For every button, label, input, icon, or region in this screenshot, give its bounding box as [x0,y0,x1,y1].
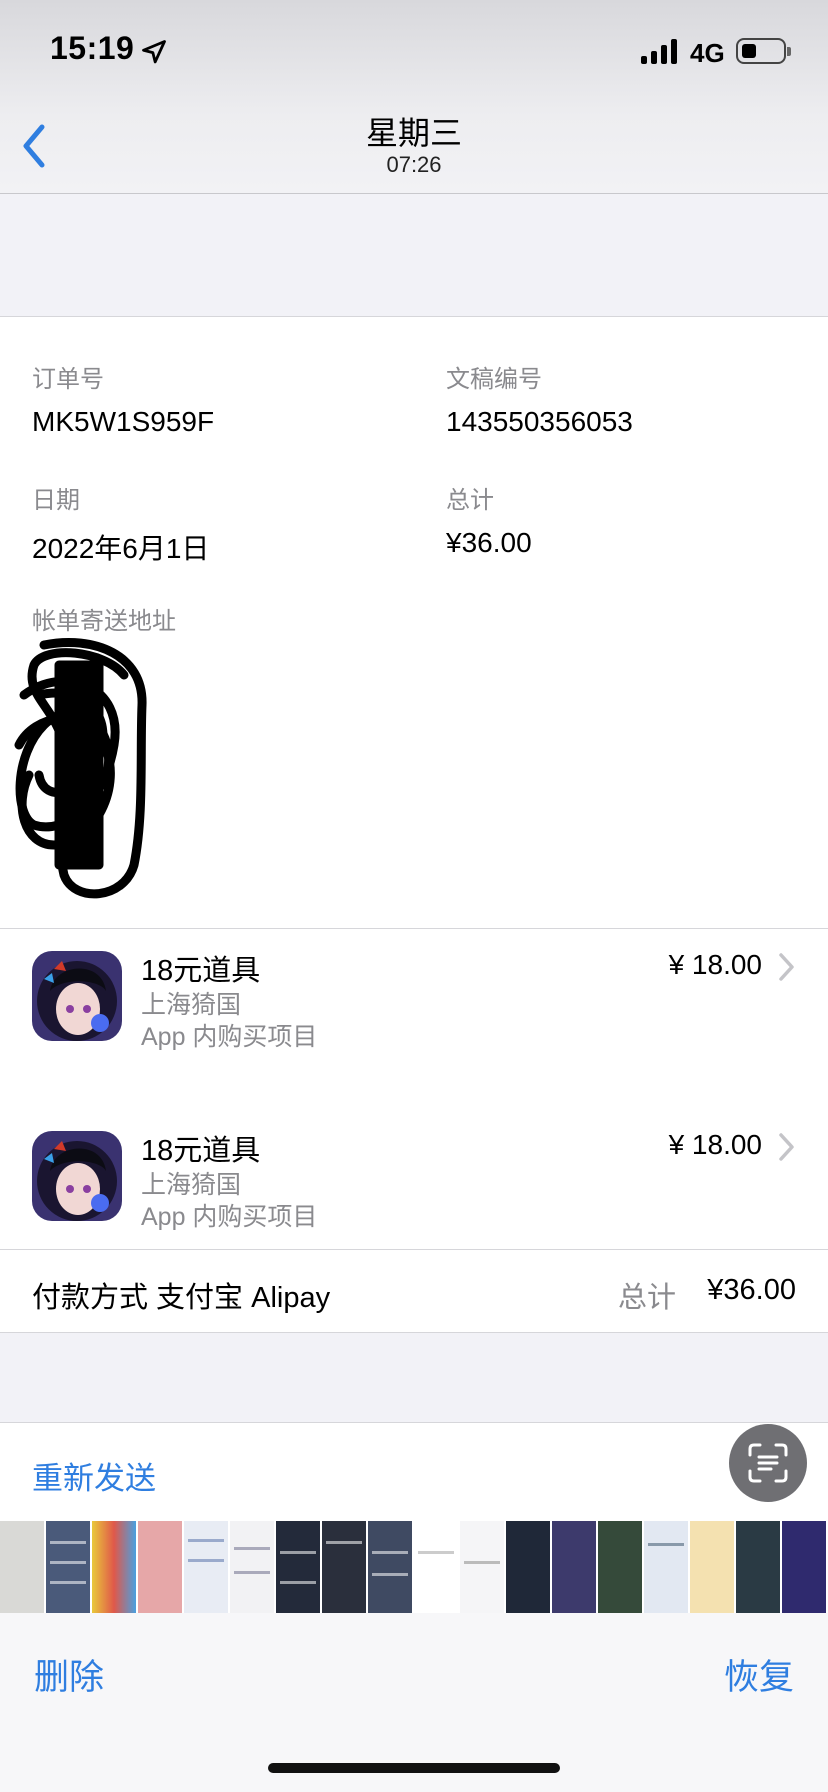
document-number-label: 文稿编号 [446,366,542,393]
bottom-toolbar: 删除 恢复 [0,1613,828,1792]
item-developer: 上海猗国 [141,1171,242,1199]
item-developer: 上海猗国 [141,991,242,1019]
item-title: 18元道具 [141,955,261,987]
order-number-label: 订单号 [32,366,104,393]
photo-thumbnail[interactable] [782,1521,826,1613]
photo-thumbnail[interactable] [552,1521,596,1613]
photo-thumbnail[interactable] [322,1521,366,1613]
photo-thumbnail[interactable] [644,1521,688,1613]
photo-thumbnail[interactable] [598,1521,642,1613]
cellular-signal-icon [641,38,677,64]
photo-thumbnail[interactable] [368,1521,412,1613]
purchase-item[interactable]: 18元道具 上海猗国 App 内购买项目 ¥ 18.00 [0,929,828,1051]
location-arrow-icon [142,40,166,64]
total-label: 总计 [446,487,494,514]
delete-button[interactable]: 删除 [34,1649,104,1700]
resend-button[interactable]: 重新发送 [32,1453,156,1498]
battery-icon [736,38,791,64]
purchase-items: 18元道具 上海猗国 App 内购买项目 ¥ 18.00 18元道具 上海猗国 … [0,929,828,1249]
photo-thumbnail[interactable] [506,1521,550,1613]
photo-thumbnail[interactable] [276,1521,320,1613]
order-number-field: 订单号 MK5W1S959F [32,359,214,438]
payment-row: 付款方式 支付宝 Alipay 总计 ¥36.00 [0,1249,828,1333]
nav-title: 星期三 [365,115,462,151]
photo-thumbnail[interactable] [46,1521,90,1613]
chevron-right-icon [779,1133,794,1161]
item-price: ¥ 18.00 [668,1129,762,1160]
item-kind: App 内购买项目 [141,1023,318,1051]
resend-row: 重新发送 [0,1423,828,1521]
app-icon [32,951,122,1041]
purchase-item[interactable]: 18元道具 上海猗国 App 内购买项目 ¥ 18.00 [0,1109,828,1231]
photo-thumbnail[interactable] [92,1521,136,1613]
payment-total-value: ¥36.00 [707,1274,796,1306]
section-spacer [0,1333,828,1423]
item-kind: App 内购买项目 [141,1203,318,1231]
receipt-screen: 15:19 4G 星期三 07:26 订单号 MK5W1S959F 文稿编号 1… [0,0,828,1792]
app-icon [32,1131,122,1221]
order-info-card: 订单号 MK5W1S959F 文稿编号 143550356053 日期 2022… [0,317,828,929]
section-spacer [0,194,828,317]
photo-thumbnail[interactable] [184,1521,228,1613]
top-bar: 15:19 4G 星期三 07:26 [0,0,828,194]
item-title: 18元道具 [141,1135,261,1167]
document-number-value: 143550356053 [446,406,633,437]
payment-total-label: 总计 [617,1282,676,1314]
date-value: 2022年6月1日 [32,533,210,564]
total-value: ¥36.00 [446,527,532,558]
billing-address-field: 帐单寄送地址 [32,601,176,636]
network-type: 4G [690,38,725,68]
photo-thumbnail-strip[interactable] [0,1521,828,1613]
date-field: 日期 2022年6月1日 [32,480,209,567]
photo-thumbnail[interactable] [230,1521,274,1613]
chevron-right-icon [779,953,794,981]
photo-thumbnail[interactable] [736,1521,780,1613]
nav-subtitle: 07:26 [386,152,442,177]
date-label: 日期 [32,487,80,514]
order-number-value: MK5W1S959F [32,406,215,437]
total-field: 总计 ¥36.00 [446,480,532,559]
redaction-scribble [14,638,147,899]
photo-thumbnail[interactable] [414,1521,458,1613]
photo-thumbnail[interactable] [138,1521,182,1613]
home-indicator [268,1763,560,1773]
status-time: 15:19 [50,30,135,66]
photo-thumbnail[interactable] [690,1521,734,1613]
photo-thumbnail[interactable] [460,1521,504,1613]
live-text-scan-button[interactable] [729,1424,807,1502]
billing-address-label: 帐单寄送地址 [32,608,176,635]
photo-thumbnail[interactable] [0,1521,44,1613]
restore-button[interactable]: 恢复 [724,1649,794,1700]
item-price: ¥ 18.00 [668,949,762,980]
payment-method: 付款方式 支付宝 Alipay [32,1282,331,1314]
document-number-field: 文稿编号 143550356053 [446,359,633,438]
text-scan-icon [748,1443,788,1483]
